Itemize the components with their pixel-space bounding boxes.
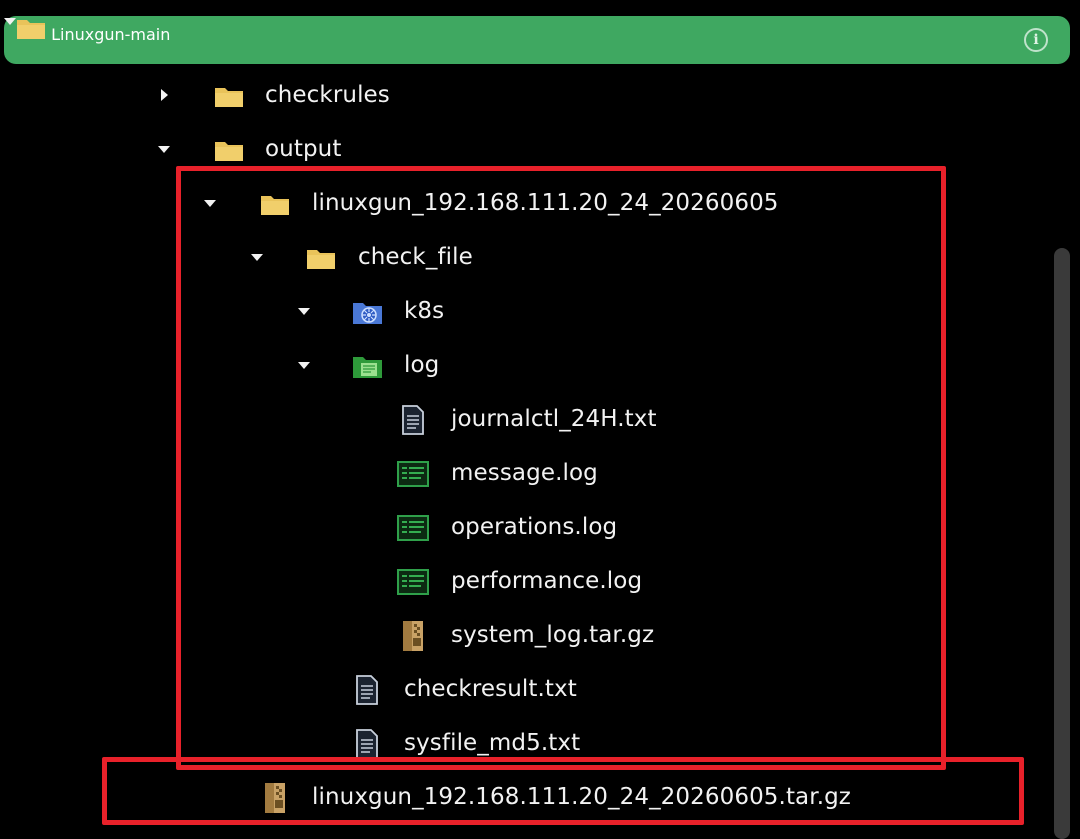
tree-item-label: journalctl_24H.txt bbox=[451, 406, 657, 432]
log-file-icon bbox=[397, 568, 429, 596]
tree-item-label: operations.log bbox=[451, 514, 618, 540]
tree-item-message-log[interactable]: message.log bbox=[0, 446, 1050, 500]
folder-icon bbox=[213, 136, 245, 164]
chevron-down-icon[interactable] bbox=[153, 138, 175, 160]
log-file-icon bbox=[397, 460, 429, 488]
chevron-right-icon[interactable] bbox=[153, 84, 175, 106]
tree-item-log[interactable]: log bbox=[0, 338, 1050, 392]
tree-item-label: k8s bbox=[404, 298, 445, 324]
tree-item-operations-log[interactable]: operations.log bbox=[0, 500, 1050, 554]
file-tree: Linuxgun-main i checkrules output linuxg… bbox=[0, 0, 1080, 839]
tree-item-linuxgun-archive[interactable]: linuxgun_192.168.111.20_24_20260605.tar.… bbox=[0, 770, 1050, 824]
tree-item-linuxgun-main[interactable]: Linuxgun-main i bbox=[4, 16, 1070, 64]
tree-item-label: system_log.tar.gz bbox=[451, 622, 655, 648]
tree-item-journalctl-24h-txt[interactable]: journalctl_24H.txt bbox=[0, 392, 1050, 446]
tree-item-label: performance.log bbox=[451, 568, 643, 594]
log-file-icon bbox=[397, 514, 429, 542]
folder-icon bbox=[213, 82, 245, 110]
folder-icon bbox=[305, 244, 337, 272]
tree-item-check-file[interactable]: check_file bbox=[0, 230, 1050, 284]
tree-item-output[interactable]: output bbox=[0, 122, 1050, 176]
tree-item-sysfile-md5-txt[interactable]: sysfile_md5.txt bbox=[0, 716, 1050, 760]
tree-item-linuxgun-output-folder[interactable]: linuxgun_192.168.111.20_24_20260605 bbox=[0, 176, 1050, 230]
tree-item-k8s[interactable]: k8s bbox=[0, 284, 1050, 338]
chevron-down-icon[interactable] bbox=[246, 246, 268, 268]
tree-item-label: Linuxgun-main bbox=[51, 25, 171, 44]
tree-item-performance-log[interactable]: performance.log bbox=[0, 554, 1050, 608]
tree-item-label: sysfile_md5.txt bbox=[404, 730, 581, 756]
info-icon[interactable]: i bbox=[1024, 28, 1048, 52]
tree-item-label: checkrules bbox=[265, 82, 390, 108]
tree-item-label: output bbox=[265, 136, 342, 162]
tree-item-label: message.log bbox=[451, 460, 598, 486]
text-file-icon bbox=[351, 729, 383, 759]
archive-file-icon bbox=[259, 783, 291, 813]
tree-item-system-log-tar-gz[interactable]: system_log.tar.gz bbox=[0, 608, 1050, 662]
folder-icon bbox=[16, 20, 51, 44]
chevron-down-icon[interactable] bbox=[199, 192, 221, 214]
archive-file-icon bbox=[397, 621, 429, 651]
chevron-down-icon[interactable] bbox=[293, 354, 315, 376]
text-file-icon bbox=[351, 675, 383, 705]
chevron-down-icon[interactable] bbox=[293, 300, 315, 322]
log-folder-icon bbox=[352, 352, 384, 380]
tree-item-label: log bbox=[404, 352, 440, 378]
kubernetes-folder-icon bbox=[352, 298, 384, 326]
chevron-down-icon[interactable] bbox=[4, 18, 16, 44]
tree-item-label: checkresult.txt bbox=[404, 676, 577, 702]
tree-item-label: check_file bbox=[358, 244, 473, 270]
tree-item-label: linuxgun_192.168.111.20_24_20260605 bbox=[312, 190, 779, 216]
tree-item-label: linuxgun_192.168.111.20_24_20260605.tar.… bbox=[312, 784, 851, 810]
folder-icon bbox=[259, 190, 291, 218]
text-file-icon bbox=[397, 405, 429, 435]
tree-item-checkresult-txt[interactable]: checkresult.txt bbox=[0, 662, 1050, 716]
tree-item-checkrules[interactable]: checkrules bbox=[0, 68, 1050, 122]
vertical-scrollbar[interactable] bbox=[1054, 248, 1070, 839]
